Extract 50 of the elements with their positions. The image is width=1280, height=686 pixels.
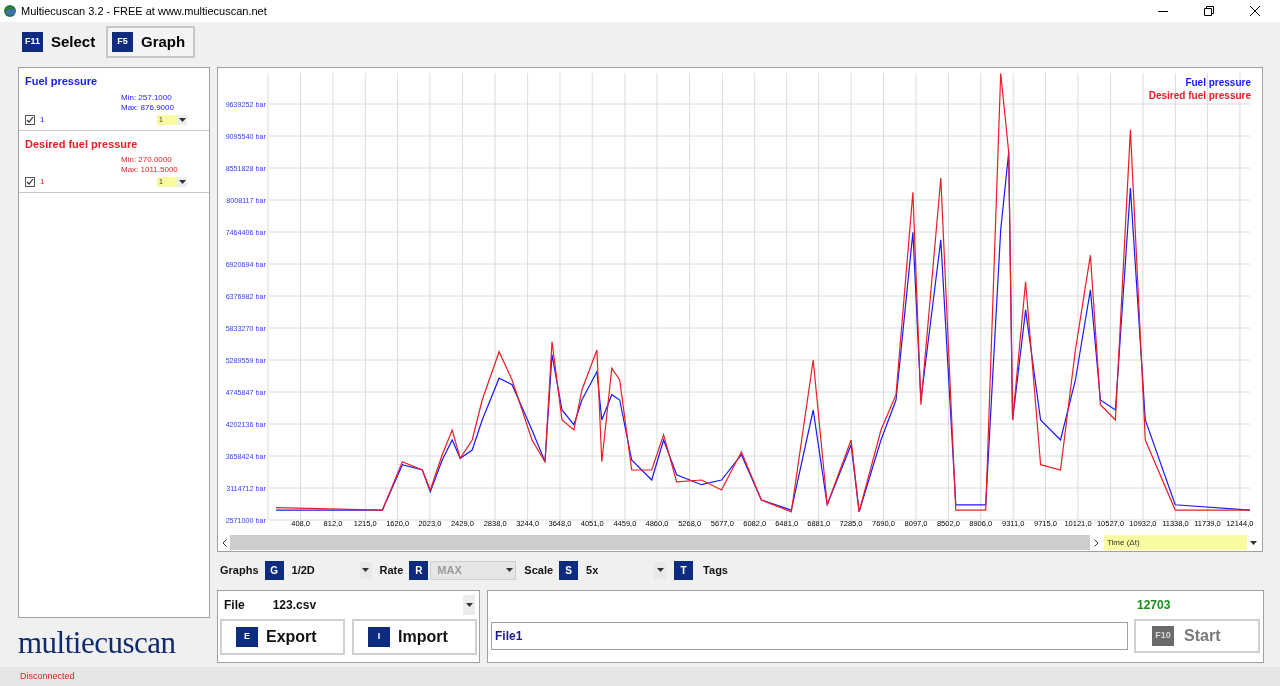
tab[interactable]: F11 Select	[18, 26, 104, 58]
time-axis-dropdown[interactable]: Time (Δt)	[1104, 535, 1260, 550]
min-value: Min: 257.1000	[121, 92, 173, 103]
caret-icon[interactable]	[362, 568, 369, 572]
action-button[interactable]: I Import	[352, 619, 477, 655]
legend-label: Fuel pressure	[1185, 77, 1251, 88]
key-badge: G	[264, 560, 284, 580]
control-label: Graphs	[220, 562, 259, 578]
key-badge: F10	[1152, 626, 1174, 646]
dropdown[interactable]: 1/2D	[285, 560, 372, 580]
key-badge: F11	[22, 32, 43, 52]
caret-icon[interactable]	[465, 603, 473, 607]
key-badge: E	[236, 627, 258, 647]
restore-icon[interactable]	[1204, 6, 1214, 16]
close-icon[interactable]	[1250, 6, 1260, 16]
status-text: Disconnected	[20, 669, 75, 683]
key-badge: R	[409, 560, 429, 580]
file-label: File	[224, 597, 245, 614]
signal-name: Fuel pressure	[25, 74, 99, 89]
min-value: Min: 270.0000	[121, 155, 173, 165]
key-badge: F5	[112, 32, 133, 52]
legend-label: Desired fuel pressure	[1148, 89, 1251, 101]
control-label: Rate	[379, 562, 404, 578]
checkbox[interactable]	[25, 177, 35, 187]
logo: multiecuscan	[18, 625, 177, 661]
file-dropdown[interactable]: 123.csv	[272, 595, 475, 615]
control-label: Scale	[524, 562, 554, 578]
dropdown[interactable]: 5x	[580, 560, 667, 580]
window-title: Multiecuscan 3.2 - FREE at www.multiecuscan.net	[21, 3, 267, 19]
scrollbar-track[interactable]	[230, 535, 1090, 550]
max-value: Max: 1011.5000	[121, 165, 179, 175]
tab[interactable]: F5 Graph	[106, 26, 195, 58]
signal-name: Desired fuel pressure	[25, 136, 139, 152]
action-button[interactable]: E Export	[220, 619, 345, 655]
caret-icon[interactable]	[656, 568, 664, 572]
key-badge: I	[368, 627, 390, 647]
checkbox[interactable]	[25, 114, 35, 125]
caret-icon[interactable]	[178, 117, 186, 122]
caret-icon[interactable]	[178, 180, 186, 184]
key-badge: S	[559, 560, 579, 580]
app-icon	[3, 4, 17, 18]
sample-count: 12703	[1137, 597, 1171, 614]
control-label: Tags	[703, 562, 728, 578]
minimize-icon[interactable]	[1158, 10, 1168, 12]
caret-icon[interactable]	[1250, 540, 1257, 545]
max-value: Max: 876.9000	[121, 102, 175, 113]
key-badge: T	[674, 560, 694, 580]
signal-index: 1	[40, 176, 45, 188]
name-field[interactable]: File1	[491, 622, 1128, 650]
signal-index: 1	[40, 113, 45, 126]
